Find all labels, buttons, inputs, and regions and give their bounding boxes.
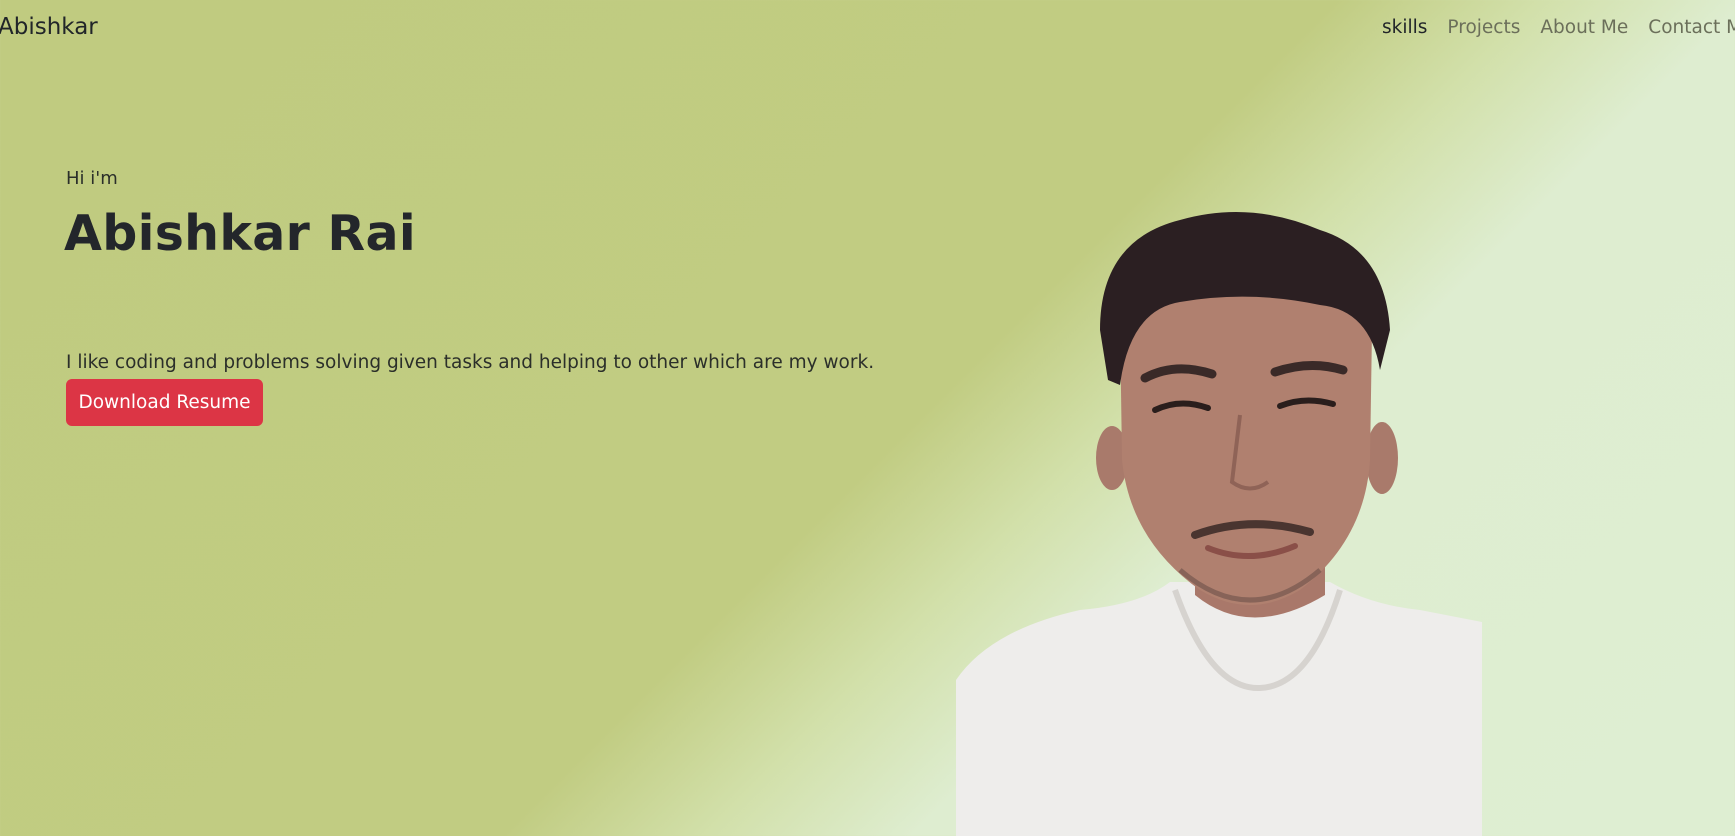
profile-photo xyxy=(950,210,1490,836)
nav-link-skills[interactable]: skills xyxy=(1382,17,1427,38)
nav-link-projects[interactable]: Projects xyxy=(1447,17,1520,38)
navbar-links: skills Projects About Me Contact Me xyxy=(1382,17,1735,38)
hero-greeting: Hi i'm xyxy=(66,168,118,189)
hero-name: Abishkar Rai xyxy=(64,205,416,262)
nav-link-about-me[interactable]: About Me xyxy=(1540,17,1628,38)
profile-photo-illustration xyxy=(956,212,1482,836)
shirt-shape xyxy=(956,582,1482,836)
download-resume-button[interactable]: Download Resume xyxy=(66,379,263,426)
hero-tagline: I like coding and problems solving given… xyxy=(66,351,875,373)
right-ear xyxy=(1366,422,1398,494)
nav-link-contact-me[interactable]: Contact Me xyxy=(1648,17,1735,38)
navbar-brand[interactable]: Abishkar xyxy=(0,14,98,40)
